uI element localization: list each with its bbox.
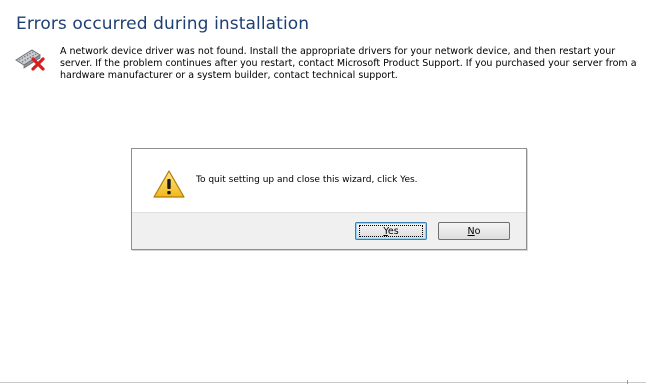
page-title: Errors occurred during installation	[16, 14, 310, 34]
no-button-label: No	[467, 225, 481, 237]
warning-icon	[152, 169, 186, 199]
network-adapter-error-icon	[14, 46, 48, 72]
mnemonic-letter: Y	[383, 225, 388, 237]
resize-tick	[627, 380, 628, 384]
installer-page: Errors occurred during installation A ne…	[0, 0, 646, 384]
confirm-quit-dialog: To quit setting up and close this wizard…	[131, 148, 527, 250]
no-button[interactable]: No	[438, 222, 510, 240]
dialog-content: To quit setting up and close this wizard…	[132, 149, 526, 212]
window-bottom-border	[0, 382, 646, 383]
dialog-message: To quit setting up and close this wizard…	[196, 175, 418, 185]
yes-button[interactable]: Yes	[355, 222, 427, 240]
yes-button-label: Yes	[383, 225, 399, 237]
dialog-footer: Yes No	[132, 212, 526, 249]
mnemonic-letter: N	[467, 225, 475, 237]
error-message: A network device driver was not found. I…	[60, 46, 637, 81]
